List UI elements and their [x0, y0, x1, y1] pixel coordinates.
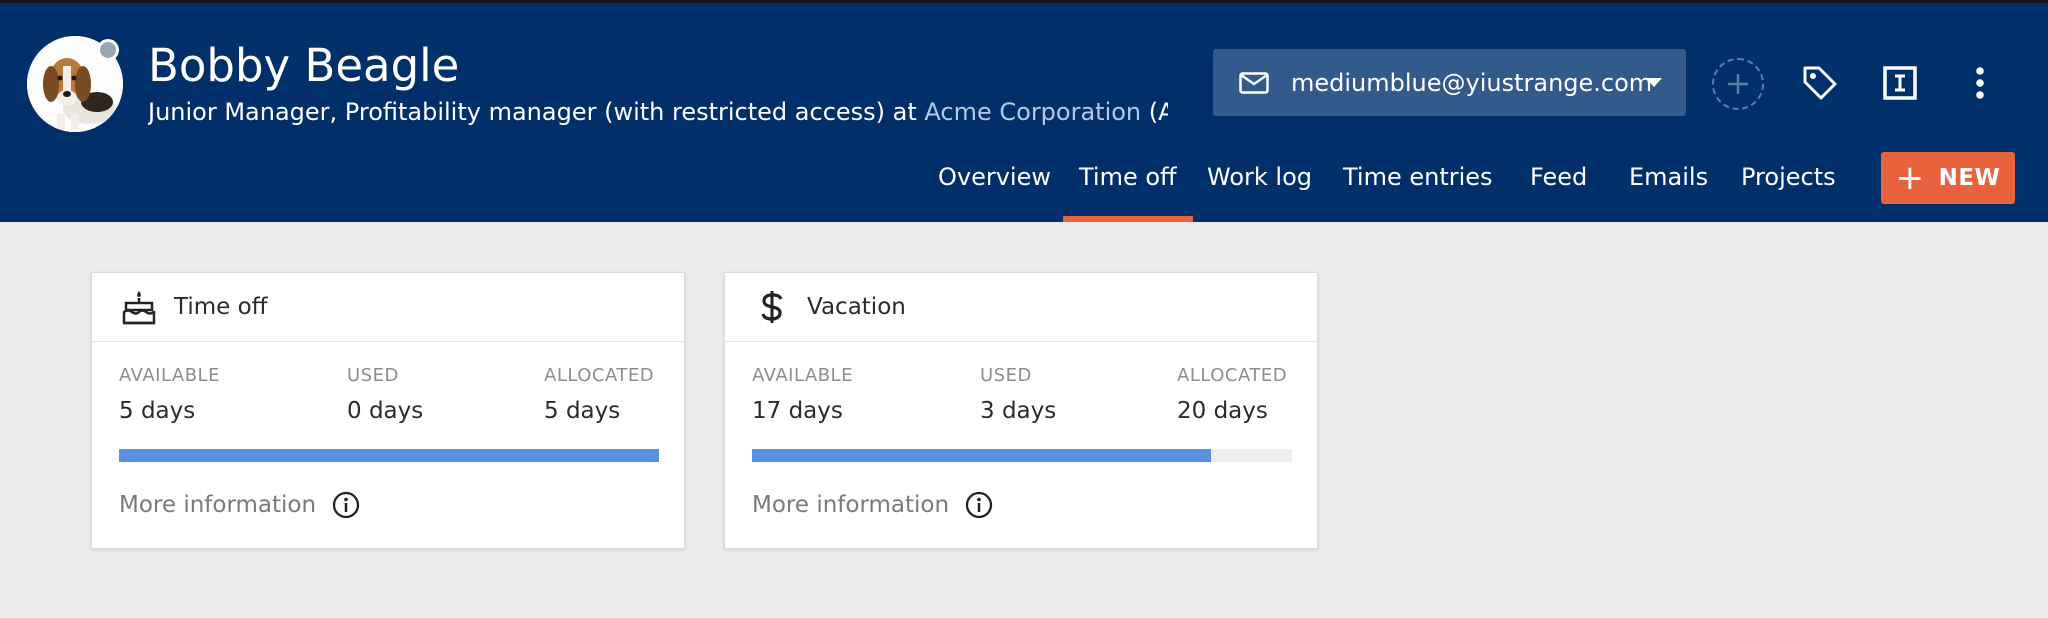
company-link[interactable]: Acme Corporation: [924, 98, 1141, 126]
more-information-label: More information: [752, 492, 950, 518]
available-stat: AVAILABLE 17 days: [752, 365, 853, 424]
tab-time-entries[interactable]: Time entries: [1343, 163, 1493, 191]
tab-projects[interactable]: Projects: [1741, 163, 1836, 191]
available-value: 17 days: [752, 398, 843, 424]
status-indicator: [97, 39, 119, 61]
role-suffix: (Ac...: [1148, 98, 1168, 126]
chevron-down-icon[interactable]: [1646, 78, 1662, 87]
used-stat: USED 0 days: [347, 365, 423, 424]
more-information-label: More information: [119, 492, 317, 518]
add-button[interactable]: [1712, 58, 1764, 110]
tag-icon: [1803, 66, 1837, 100]
used-stat: USED 3 days: [980, 365, 1056, 424]
more-information-link[interactable]: More information: [752, 491, 993, 519]
more-information-link[interactable]: More information: [119, 491, 360, 519]
tab-emails[interactable]: Emails: [1629, 163, 1708, 191]
email-address: mediumblue@yiustrange.com: [1291, 68, 1653, 97]
dollar-icon: [755, 288, 789, 326]
allocated-value: 20 days: [1177, 398, 1268, 424]
progress-bar: [119, 449, 659, 462]
role-text: Junior Manager, Profitability manager (w…: [148, 98, 925, 126]
used-label: USED: [347, 365, 399, 386]
info-icon[interactable]: [332, 491, 360, 519]
card-header: Vacation: [725, 273, 1317, 342]
tab-feed[interactable]: Feed: [1530, 163, 1587, 191]
profile-subtitle: Junior Manager, Profitability manager (w…: [148, 98, 1168, 126]
allocated-label: ALLOCATED: [1177, 365, 1288, 386]
new-button-label: NEW: [1938, 165, 2001, 191]
profile-header: Bobby Beagle Junior Manager, Profitabili…: [0, 0, 2048, 222]
card-header: Time off: [92, 273, 684, 342]
tag-button[interactable]: [1796, 59, 1844, 107]
tab-time-off[interactable]: Time off: [1063, 163, 1193, 222]
kebab-menu-icon: [1976, 67, 1984, 99]
progress-fill: [119, 449, 659, 462]
allocated-label: ALLOCATED: [544, 365, 655, 386]
info-icon[interactable]: [965, 491, 993, 519]
progress-fill: [752, 449, 1211, 462]
text-format-button[interactable]: [1876, 59, 1924, 107]
used-value: 0 days: [347, 398, 424, 424]
cake-icon: [122, 288, 156, 326]
allocated-stat: ALLOCATED 5 days: [544, 365, 654, 424]
progress-bar: [752, 449, 1292, 462]
available-label: AVAILABLE: [119, 365, 220, 386]
plus-icon: [1728, 74, 1748, 94]
plus-icon: +: [1895, 158, 1925, 198]
more-options-button[interactable]: [1956, 59, 2004, 107]
email-button[interactable]: mediumblue@yiustrange.com: [1213, 49, 1686, 116]
vacation-card: Vacation AVAILABLE 17 days USED 3 days A…: [724, 272, 1318, 549]
allocated-stat: ALLOCATED 20 days: [1177, 365, 1287, 424]
new-button[interactable]: + NEW: [1881, 152, 2015, 204]
available-label: AVAILABLE: [752, 365, 853, 386]
time-off-card: Time off AVAILABLE 5 days USED 0 days AL…: [91, 272, 685, 549]
available-stat: AVAILABLE 5 days: [119, 365, 220, 424]
tab-work-log[interactable]: Work log: [1207, 163, 1312, 191]
tab-overview[interactable]: Overview: [938, 163, 1051, 191]
profile-name: Bobby Beagle: [148, 39, 460, 92]
card-title: Vacation: [807, 294, 906, 320]
mail-icon: [1239, 71, 1269, 94]
used-label: USED: [980, 365, 1032, 386]
available-value: 5 days: [119, 398, 196, 424]
used-value: 3 days: [980, 398, 1057, 424]
card-title: Time off: [174, 294, 268, 320]
allocated-value: 5 days: [544, 398, 621, 424]
text-box-icon: [1883, 66, 1917, 100]
